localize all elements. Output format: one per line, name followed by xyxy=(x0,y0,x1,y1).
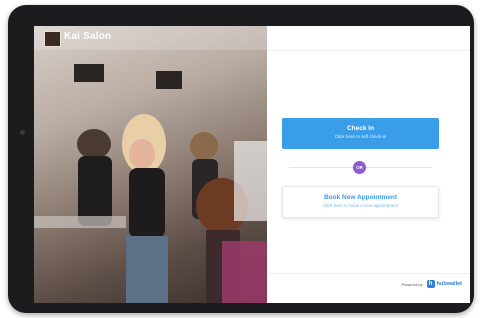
book-appointment-subtitle: Click here to book a new appointment xyxy=(322,203,399,208)
check-in-title: Check In xyxy=(346,125,375,132)
powered-by-label: Powered by xyxy=(401,281,423,287)
powered-by: Powered by h hubwallet xyxy=(401,279,462,289)
salon-logo-icon xyxy=(44,31,61,47)
action-panel: Check In Click here to self check-in OR … xyxy=(267,26,470,303)
hubwallet-logo-icon: h xyxy=(426,280,435,288)
salon-photo xyxy=(34,64,267,303)
check-in-button[interactable]: Check In Click here to self check-in xyxy=(282,118,439,149)
or-badge: OR xyxy=(353,161,366,174)
book-appointment-title: Book New Appointment xyxy=(323,194,398,201)
footer-divider xyxy=(267,273,470,274)
tablet-frame: Kai Salon Check In Click here to self ch… xyxy=(8,5,474,313)
book-appointment-button[interactable]: Book New Appointment Click here to book … xyxy=(282,186,439,218)
salon-name: Kai Salon xyxy=(64,31,112,42)
salon-photo-panel: Kai Salon xyxy=(34,26,267,303)
app-screen: Kai Salon Check In Click here to self ch… xyxy=(34,26,470,303)
hubwallet-name: hubwallet xyxy=(436,281,462,287)
camera-dot xyxy=(20,130,25,135)
check-in-subtitle: Click here to self check-in xyxy=(334,134,387,139)
header-divider xyxy=(267,50,470,51)
